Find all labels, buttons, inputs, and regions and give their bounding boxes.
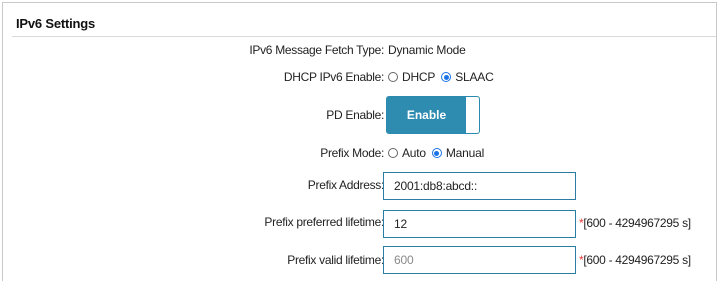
radio-slaac[interactable]: SLAAC bbox=[441, 70, 494, 84]
valid-lifetime-input[interactable] bbox=[383, 246, 576, 274]
valid-lifetime-label: Prefix valid lifetime: bbox=[287, 253, 384, 267]
dhcp-ipv6-enable-radio-group: DHCP SLAAC bbox=[388, 70, 500, 84]
preferred-lifetime-range-hint: *[600 - 4294967295 s] bbox=[579, 216, 691, 230]
range-text: [600 - 4294967295 s] bbox=[583, 253, 691, 267]
pd-enable-label: PD Enable: bbox=[326, 108, 384, 122]
radio-dhcp-label: DHCP bbox=[402, 70, 436, 84]
fetch-type-label: IPv6 Message Fetch Type: bbox=[249, 43, 384, 57]
pd-enable-toggle[interactable]: Enable bbox=[386, 96, 480, 134]
preferred-lifetime-label: Prefix preferred lifetime: bbox=[264, 215, 384, 229]
radio-slaac-label: SLAAC bbox=[455, 70, 494, 84]
radio-auto-label: Auto bbox=[402, 146, 426, 160]
prefix-mode-radio-group: Auto Manual bbox=[388, 146, 490, 160]
range-text: [600 - 4294967295 s] bbox=[583, 216, 691, 230]
title-divider bbox=[12, 36, 716, 37]
radio-slaac-circle[interactable] bbox=[441, 72, 452, 82]
pd-enable-toggle-on[interactable]: Enable bbox=[387, 97, 466, 133]
valid-lifetime-range-hint: *[600 - 4294967295 s] bbox=[579, 253, 691, 267]
preferred-lifetime-input[interactable] bbox=[383, 210, 576, 238]
prefix-mode-label: Prefix Mode: bbox=[320, 146, 384, 160]
radio-auto-circle[interactable] bbox=[388, 148, 398, 158]
radio-manual-label: Manual bbox=[445, 146, 485, 160]
radio-manual-circle[interactable] bbox=[431, 148, 442, 158]
section-title: IPv6 Settings bbox=[16, 16, 96, 31]
radio-manual[interactable]: Manual bbox=[431, 146, 485, 160]
radio-dhcp-circle[interactable] bbox=[388, 72, 398, 82]
dhcp-ipv6-enable-label: DHCP IPv6 Enable: bbox=[283, 70, 384, 84]
fetch-type-value: Dynamic Mode bbox=[388, 43, 466, 57]
prefix-address-label: Prefix Address: bbox=[307, 178, 385, 192]
radio-auto[interactable]: Auto bbox=[388, 146, 426, 160]
prefix-address-input[interactable] bbox=[383, 172, 576, 200]
radio-dhcp[interactable]: DHCP bbox=[388, 70, 435, 84]
